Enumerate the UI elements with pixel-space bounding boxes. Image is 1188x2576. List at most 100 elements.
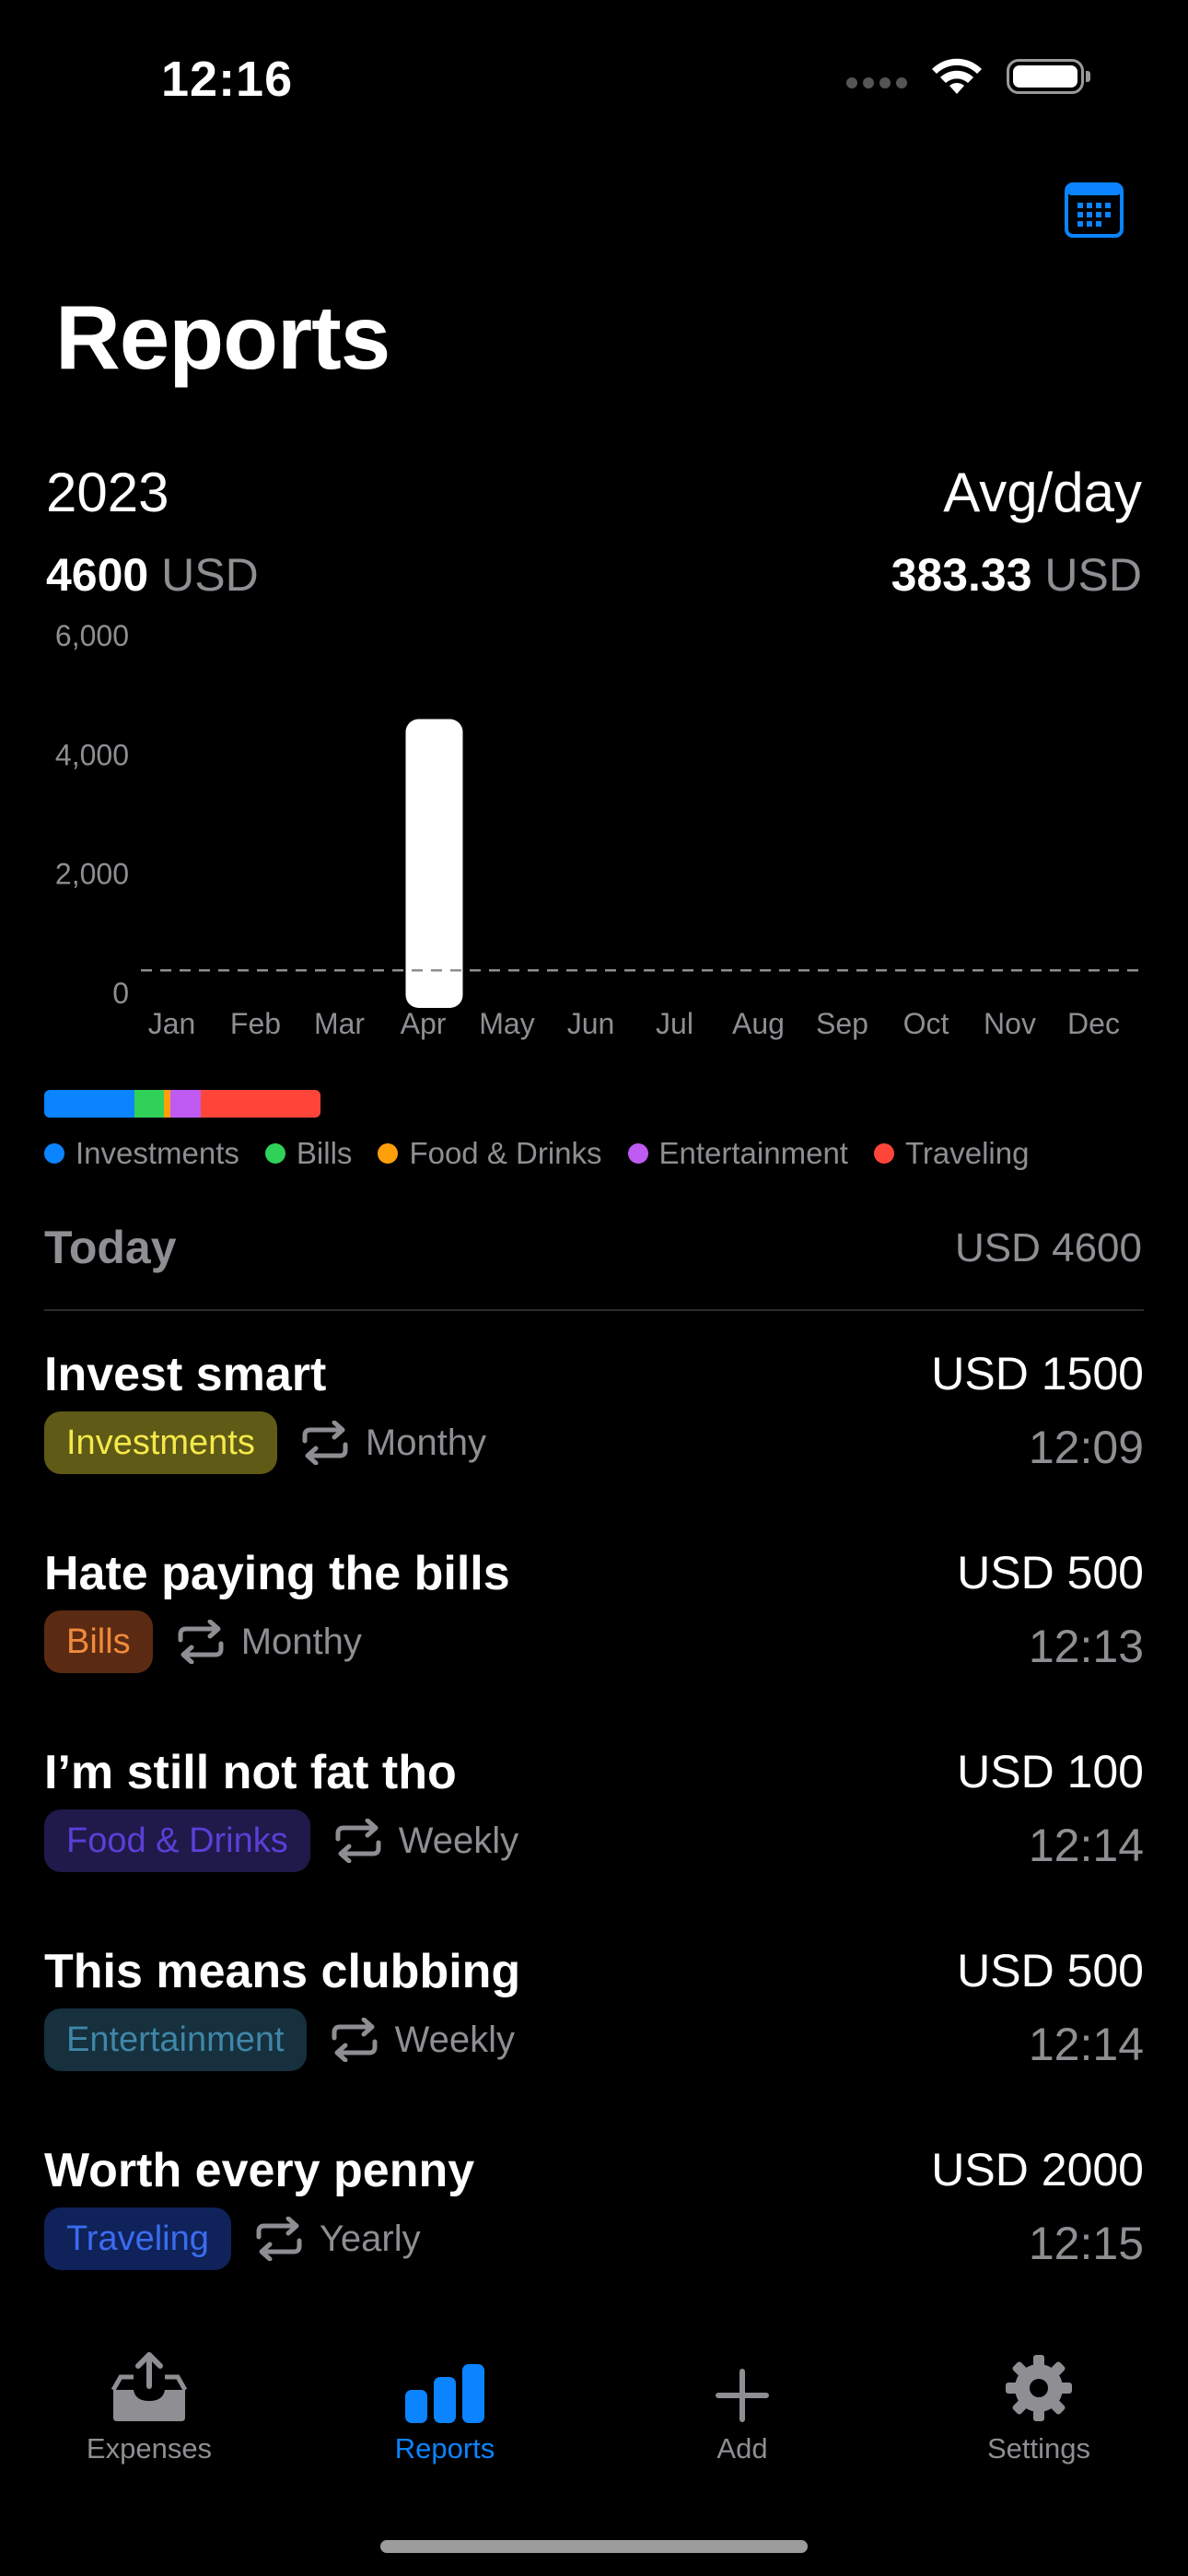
category-segment xyxy=(134,1090,165,1118)
tab-bar: Expenses Reports Add Settings xyxy=(0,2340,1188,2469)
transaction-time: 12:14 xyxy=(1028,1820,1144,1871)
transaction-time: 12:14 xyxy=(1028,2019,1144,2070)
legend-label: Investments xyxy=(76,1136,239,1170)
x-tick-label: Dec xyxy=(1067,1007,1120,1040)
x-tick-label: Sep xyxy=(816,1007,868,1040)
y-tick-label: 4,000 xyxy=(55,738,129,771)
transaction-meta: Bills Monthy xyxy=(44,1610,362,1673)
repeat-icon xyxy=(178,1620,224,1664)
legend-label: Entertainment xyxy=(658,1136,848,1170)
monthly-bar-chart: 6,000 4,000 2,000 0 Jan Feb Mar Apr May Jun Jul Aug… xyxy=(55,619,1147,1040)
repeat-icon xyxy=(332,2018,378,2062)
transaction-meta: Entertainment Weekly xyxy=(44,2008,515,2071)
cellular-signal-icon xyxy=(846,77,907,88)
plus-icon xyxy=(716,2369,769,2422)
battery-icon xyxy=(1007,59,1090,94)
legend-label: Traveling xyxy=(904,1136,1030,1170)
divider xyxy=(44,1309,1144,1311)
total-amount: 4600 USD xyxy=(46,548,259,602)
recurrence: Monthy xyxy=(175,1620,362,1664)
transaction-time: 12:13 xyxy=(1028,1621,1144,1672)
category-badge: Entertainment xyxy=(44,2008,307,2071)
legend-item: Investments xyxy=(44,1136,239,1171)
transaction-row[interactable]: Invest smart USD 1500 Investments Monthy 12:… xyxy=(44,1347,1144,1531)
category-badge: Food & Drinks xyxy=(44,1809,310,1872)
x-tick-label: Jun xyxy=(567,1007,615,1040)
gear-icon xyxy=(1006,2355,1072,2421)
recurrence-label: Weekly xyxy=(394,2019,515,2060)
repeat-icon xyxy=(256,2217,302,2261)
year-label[interactable]: 2023 xyxy=(46,461,169,524)
legend-label: Bills xyxy=(296,1136,353,1170)
y-tick-label: 0 xyxy=(112,977,129,1010)
category-segment xyxy=(44,1090,134,1118)
bar-chart-icon xyxy=(405,2364,484,2423)
category-breakdown-bar xyxy=(44,1090,320,1118)
recurrence-label: Monthy xyxy=(240,1621,362,1662)
transaction-title: I’m still not fat tho xyxy=(44,1746,457,1799)
x-tick-label: Aug xyxy=(732,1007,785,1040)
page-title: Reports xyxy=(55,287,390,388)
total-value: 4600 xyxy=(46,549,149,601)
repeat-icon xyxy=(335,1819,381,1863)
wifi-icon xyxy=(932,58,982,94)
category-segment xyxy=(169,1090,201,1118)
legend-dot-icon xyxy=(44,1143,64,1164)
legend-dot-icon xyxy=(264,1143,285,1164)
avg-day-label: Avg/day xyxy=(943,462,1142,523)
tab-label-expenses: Expenses xyxy=(86,2432,213,2465)
recurrence: Monthy xyxy=(299,1421,486,1465)
repeat-icon xyxy=(302,1421,348,1465)
transaction-row[interactable]: This means clubbing USD 500 Entertainment W… xyxy=(44,1944,1144,2128)
x-tick-label: Jan xyxy=(148,1007,196,1040)
recurrence-label: Yearly xyxy=(319,2218,421,2259)
legend-dot-icon xyxy=(873,1143,894,1164)
transaction-amount: USD 500 xyxy=(957,1945,1144,1996)
tab-label-settings: Settings xyxy=(986,2432,1090,2465)
legend-item: Food & Drinks xyxy=(378,1136,602,1171)
tray-upload-icon xyxy=(111,2352,188,2421)
recurrence-label: Monthy xyxy=(365,1422,487,1463)
transaction-time: 12:09 xyxy=(1028,1422,1144,1473)
category-segment xyxy=(200,1090,320,1118)
status-time: 12:16 xyxy=(161,52,294,107)
calendar-icon[interactable] xyxy=(1065,181,1124,238)
section-header-today: Today xyxy=(44,1222,177,1273)
tab-expenses[interactable]: Expenses xyxy=(29,2340,269,2465)
recurrence: Weekly xyxy=(332,1819,518,1863)
tab-reports[interactable]: Reports xyxy=(325,2340,565,2465)
recurrence: Weekly xyxy=(329,2018,515,2062)
avg-amount: 383.33 USD xyxy=(891,548,1142,602)
home-indicator xyxy=(380,2540,808,2553)
transaction-row[interactable]: Worth every penny USD 2000 Traveling Yearly… xyxy=(44,2143,1144,2327)
transaction-title: Invest smart xyxy=(44,1348,327,1401)
tab-settings[interactable]: Settings xyxy=(919,2340,1159,2465)
y-tick-label: 6,000 xyxy=(55,619,129,652)
y-tick-label: 2,000 xyxy=(55,858,129,891)
transaction-title: This means clubbing xyxy=(44,1945,521,1998)
legend-item: Traveling xyxy=(873,1136,1030,1171)
legend-item: Entertainment xyxy=(627,1136,848,1171)
tab-label-add: Add xyxy=(716,2432,768,2465)
x-tick-label: Nov xyxy=(984,1007,1036,1040)
category-badge: Bills xyxy=(44,1610,153,1673)
bar-apr[interactable] xyxy=(405,719,463,1008)
avg-unit: USD xyxy=(1044,549,1142,601)
x-tick-label: Mar xyxy=(314,1007,365,1040)
transaction-row[interactable]: Hate paying the bills USD 500 Bills Monthy 1… xyxy=(44,1546,1144,1730)
legend-item: Bills xyxy=(264,1136,353,1171)
category-badge: Investments xyxy=(44,1411,277,1474)
tab-add[interactable]: Add xyxy=(623,2340,862,2465)
legend-dot-icon xyxy=(627,1143,648,1164)
legend-dot-icon xyxy=(378,1143,399,1164)
transaction-amount: USD 2000 xyxy=(931,2144,1144,2195)
total-unit: USD xyxy=(161,549,259,601)
transaction-amount: USD 100 xyxy=(957,1746,1144,1797)
status-icons xyxy=(846,57,1090,96)
recurrence: Yearly xyxy=(253,2217,421,2261)
transaction-amount: USD 500 xyxy=(957,1547,1144,1598)
x-tick-label: Apr xyxy=(401,1007,447,1040)
transaction-row[interactable]: I’m still not fat tho USD 100 Food & Drink… xyxy=(44,1745,1144,1929)
transaction-meta: Food & Drinks Weekly xyxy=(44,1809,518,1872)
category-badge: Traveling xyxy=(44,2207,231,2270)
